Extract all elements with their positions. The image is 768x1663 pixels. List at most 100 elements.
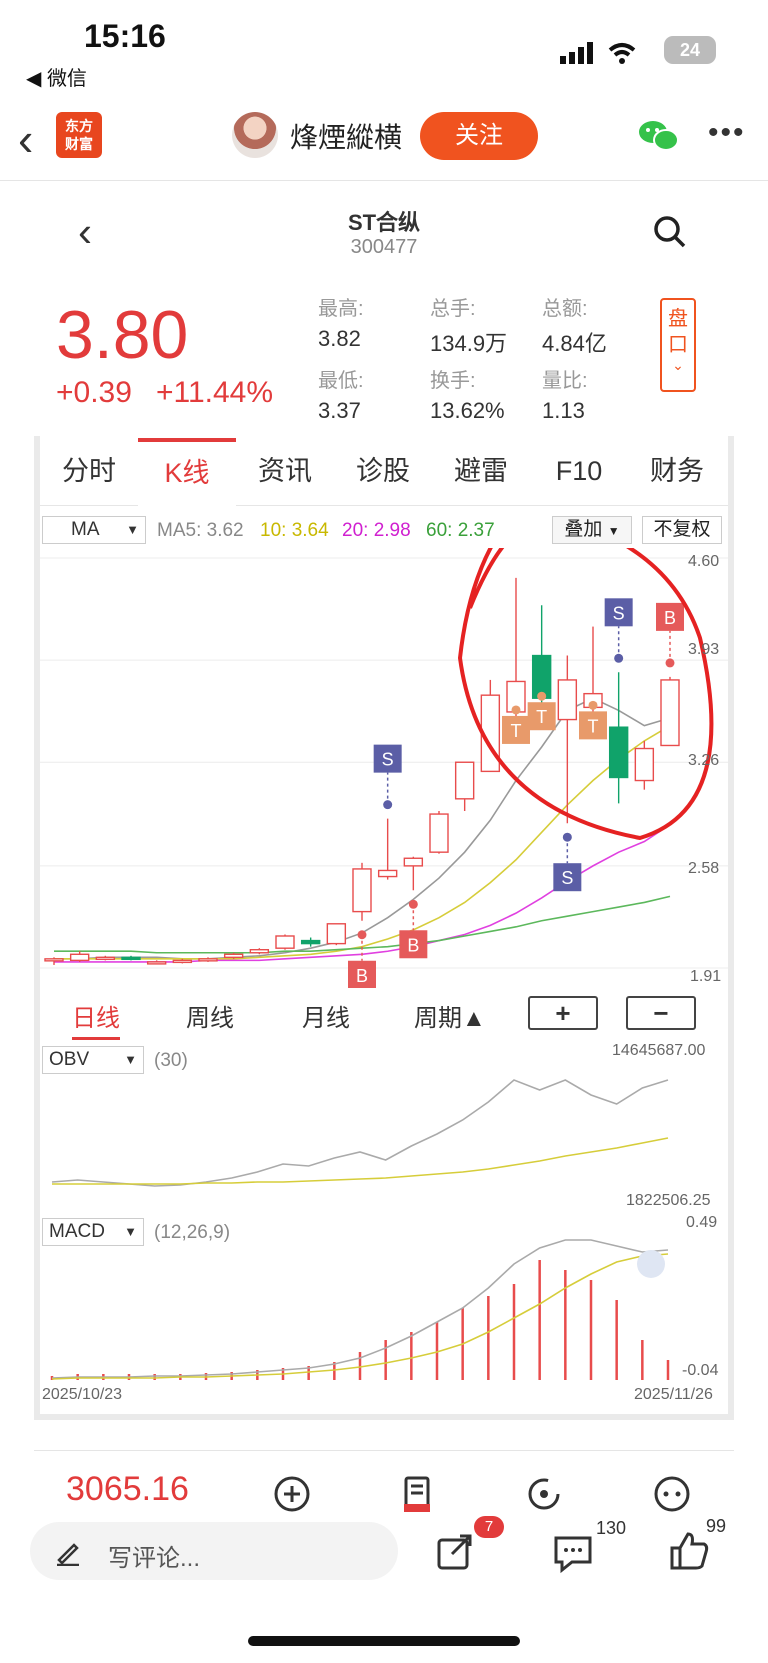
candle-body bbox=[660, 679, 680, 747]
stat-label: 总手: bbox=[430, 298, 476, 320]
pencil-icon bbox=[57, 1543, 79, 1566]
author-avatar[interactable] bbox=[232, 112, 278, 158]
indicator-select[interactable]: MA ▼ bbox=[42, 516, 146, 544]
period-select[interactable]: 周期▲ bbox=[414, 998, 486, 1033]
candle-body bbox=[608, 726, 629, 779]
chevron-down-icon: ⌄ bbox=[672, 357, 684, 373]
eastmoney-logo: 东方 财富 bbox=[56, 112, 102, 158]
zoom-in-button[interactable]: + bbox=[528, 996, 598, 1030]
tab-kline[interactable]: K线 bbox=[138, 438, 236, 506]
period-weekly[interactable]: 周线 bbox=[186, 998, 234, 1033]
comment-input[interactable] bbox=[30, 1522, 398, 1580]
ma60-value: 60: 2.37 bbox=[426, 520, 495, 541]
price-axis-label: 4.60 bbox=[688, 553, 720, 570]
candle-body bbox=[429, 813, 449, 853]
candle-body bbox=[352, 868, 372, 913]
comment-count: 130 bbox=[596, 1518, 627, 1538]
overlay-select[interactable]: 叠加 ▼ bbox=[552, 516, 632, 544]
obv-line bbox=[51, 1079, 669, 1187]
wechat-share-icon[interactable] bbox=[638, 118, 680, 154]
price-axis-label: 2.58 bbox=[688, 860, 720, 877]
signal-label: S bbox=[382, 750, 394, 770]
signal-label: S bbox=[561, 868, 573, 888]
price-change: +0.39 bbox=[56, 376, 132, 409]
zoom-out-button[interactable]: − bbox=[626, 996, 696, 1030]
signal-dot bbox=[511, 705, 521, 715]
signal-label: S bbox=[613, 603, 625, 623]
comment-icon[interactable] bbox=[552, 1534, 594, 1574]
pankou-button[interactable]: 盘口 ⌄ bbox=[660, 298, 696, 392]
signal-label: T bbox=[588, 716, 599, 736]
candle-body bbox=[223, 953, 244, 959]
period-daily[interactable]: 日线 bbox=[72, 998, 120, 1040]
macd-dif-line bbox=[51, 1239, 669, 1379]
candle-body bbox=[95, 956, 116, 961]
author-name[interactable]: 烽煙縱横 bbox=[290, 116, 402, 156]
candle-body bbox=[69, 953, 90, 962]
obv-chart bbox=[51, 1079, 669, 1187]
candle-body bbox=[300, 939, 321, 945]
dropdown-arrow-icon: ▼ bbox=[607, 524, 620, 538]
more-circle-icon[interactable] bbox=[652, 1474, 692, 1514]
kline-chart[interactable]: SBBTTSTS B bbox=[40, 548, 728, 988]
signal-dot bbox=[357, 930, 367, 940]
refresh-icon[interactable] bbox=[524, 1474, 564, 1514]
candle-body bbox=[249, 949, 270, 954]
candle-body bbox=[403, 857, 424, 867]
candle-body bbox=[198, 958, 218, 962]
tab-f10[interactable]: F10 bbox=[530, 438, 628, 506]
tab-diagnosis[interactable]: 诊股 bbox=[334, 438, 432, 506]
like-icon[interactable] bbox=[668, 1530, 710, 1572]
expand-icon[interactable] bbox=[637, 1250, 665, 1278]
candle-body bbox=[172, 959, 193, 964]
tab-fenshi[interactable]: 分时 bbox=[40, 438, 138, 506]
signal-wifi-icon bbox=[560, 42, 636, 64]
follow-button[interactable]: 关注 bbox=[420, 112, 538, 160]
search-icon[interactable] bbox=[652, 214, 688, 250]
obv-bottom-label: 1822506.25 bbox=[626, 1192, 711, 1209]
macd-top-label: 0.49 bbox=[686, 1214, 718, 1231]
battery-icon: 24 bbox=[664, 36, 716, 64]
back-to-wechat-link[interactable]: ◀ 微信 bbox=[26, 62, 87, 91]
candle-body bbox=[557, 679, 578, 721]
macd-bottom-label: -0.04 bbox=[682, 1362, 719, 1379]
status-time: 15:16 bbox=[84, 18, 166, 54]
stat-value: 134.9万 bbox=[430, 331, 508, 356]
candle-body bbox=[326, 923, 347, 945]
start-date-label: 2025/10/23 bbox=[42, 1386, 123, 1403]
indicator-label: MA bbox=[71, 519, 100, 540]
report-icon[interactable] bbox=[398, 1474, 438, 1514]
candle-body bbox=[634, 747, 655, 782]
tab-news[interactable]: 资讯 bbox=[236, 438, 334, 506]
comment-placeholder: 写评论... bbox=[108, 1545, 201, 1572]
signal-label: T bbox=[536, 707, 547, 727]
tab-risk[interactable]: 避雷 bbox=[432, 438, 530, 506]
header-divider bbox=[0, 180, 768, 181]
obv-top-label: 14645687.00 bbox=[612, 1042, 706, 1059]
ma20-value: 20: 2.98 bbox=[342, 520, 411, 541]
more-options-icon[interactable]: ••• bbox=[708, 116, 746, 150]
index-value[interactable]: 3065.16 bbox=[66, 1470, 189, 1509]
candle-body bbox=[454, 761, 475, 800]
stat-value: 13.62% bbox=[430, 398, 505, 423]
end-date-label: 2025/11/26 bbox=[634, 1386, 713, 1403]
adjust-select[interactable]: 不复权 bbox=[642, 516, 722, 544]
stat-value: 3.37 bbox=[318, 398, 361, 423]
signal-dot bbox=[588, 700, 598, 710]
home-indicator bbox=[248, 1636, 520, 1646]
period-monthly[interactable]: 月线 bbox=[302, 998, 350, 1033]
candle-body bbox=[275, 935, 295, 949]
current-price: 3.80 bbox=[56, 297, 189, 373]
pankou-label: 盘口 bbox=[668, 308, 688, 356]
price-axis-label: 1.91 bbox=[690, 968, 722, 985]
period-bar: 日线 周线 月线 周期▲ + − bbox=[40, 994, 728, 1040]
share-icon[interactable] bbox=[434, 1530, 478, 1574]
signal-dot bbox=[383, 800, 393, 810]
overlay-label: 叠加 bbox=[564, 519, 603, 540]
back-chevron-icon[interactable]: ‹ bbox=[18, 112, 33, 166]
add-circle-icon[interactable] bbox=[272, 1474, 312, 1514]
signal-label: T bbox=[511, 721, 522, 741]
price-axis-label: 3.26 bbox=[688, 752, 720, 769]
tab-finance[interactable]: 财务 bbox=[628, 438, 726, 506]
stat-label: 换手: bbox=[430, 370, 476, 392]
